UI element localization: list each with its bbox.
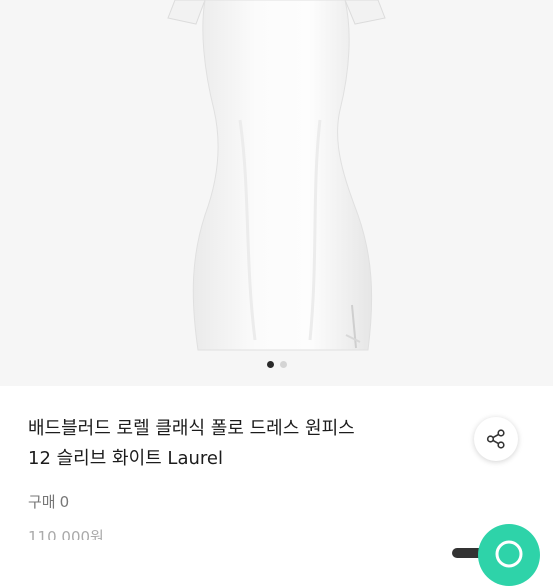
product-title-line2: 12 슬리브 화이트 Laurel	[28, 448, 223, 469]
product-image[interactable]	[0, 0, 553, 386]
price-text: 110,000원	[28, 528, 104, 540]
share-icon	[486, 429, 505, 449]
share-button[interactable]	[474, 417, 518, 461]
purchase-value: 0	[59, 493, 70, 511]
gallery-pagination	[0, 361, 553, 369]
dress-photo	[167, 0, 386, 351]
chat-icon	[495, 540, 523, 568]
purchase-count: 구매 0	[28, 491, 73, 512]
purchase-label: 구매	[28, 493, 56, 511]
product-info: 배드블러드 로렐 클래식 폴로 드레스 원피스 12 슬리브 화이트 Laure…	[0, 386, 553, 553]
chat-button[interactable]	[478, 524, 540, 586]
gallery-dot[interactable]	[279, 361, 287, 368]
product-title-line1: 배드블러드 로렐 클래식 폴로 드레스 원피스	[28, 418, 355, 439]
gallery-dot-active[interactable]	[266, 361, 274, 368]
product-title: 배드블러드 로렐 클래식 폴로 드레스 원피스 12 슬리브 화이트 Laure…	[28, 414, 448, 474]
